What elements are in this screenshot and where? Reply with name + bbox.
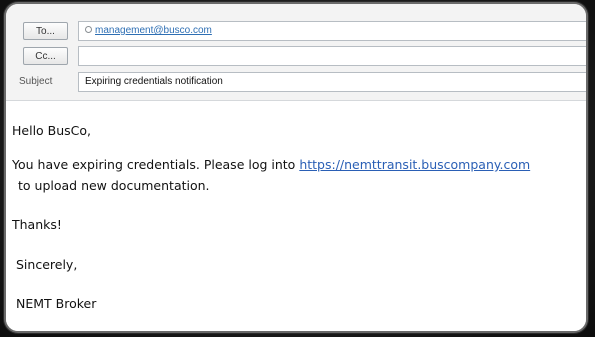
cc-field[interactable]	[78, 46, 586, 66]
email-header: To... management@busco.com Cc... Subject…	[6, 4, 586, 100]
presence-status-icon	[85, 25, 92, 33]
body-line-2: to upload new documentation.	[18, 178, 210, 193]
to-recipient[interactable]: management@busco.com	[95, 25, 212, 36]
subject-label: Subject	[19, 76, 53, 87]
body-line-1-text: You have expiring credentials. Please lo…	[12, 157, 300, 172]
to-button[interactable]: To...	[23, 22, 68, 40]
greeting-line: Hello BusCo,	[12, 123, 92, 138]
closing-line: Sincerely,	[16, 257, 78, 272]
subject-value[interactable]: Expiring credentials notification	[85, 76, 223, 87]
subject-field[interactable]: Expiring credentials notification	[78, 72, 586, 92]
email-compose-window: To... management@busco.com Cc... Subject…	[6, 4, 586, 331]
cc-button[interactable]: Cc...	[23, 47, 68, 65]
signature-line: NEMT Broker	[16, 296, 97, 311]
to-field[interactable]: management@busco.com	[78, 21, 586, 41]
message-body[interactable]: Hello BusCo, You have expiring credentia…	[6, 101, 586, 331]
portal-link[interactable]: https://nemttransit.buscompany.com	[299, 157, 530, 172]
thanks-line: Thanks!	[12, 217, 62, 232]
body-line-1: You have expiring credentials. Please lo…	[12, 157, 530, 172]
